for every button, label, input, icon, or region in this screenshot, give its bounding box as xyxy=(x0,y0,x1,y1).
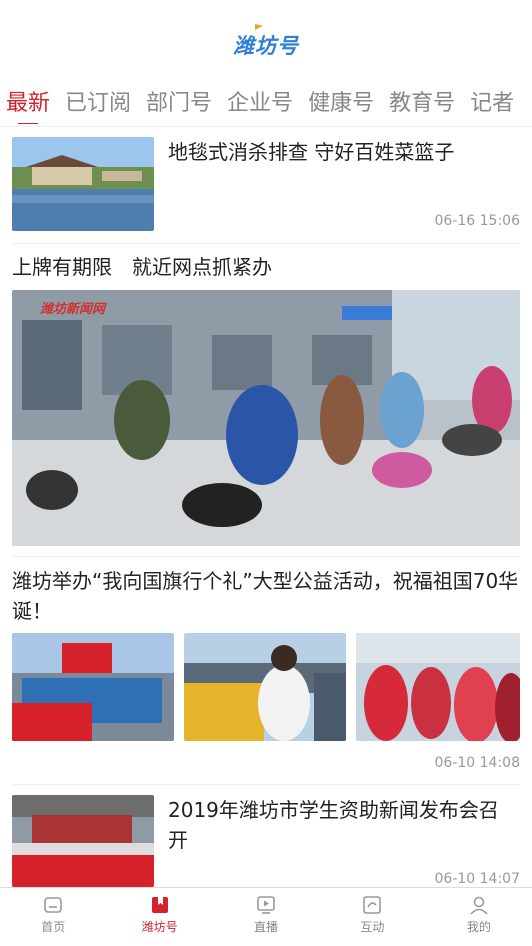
app-logo: 潍坊号 xyxy=(233,24,299,60)
category-tabs: 最新 已订阅 部门号 企业号 健康号 教育号 记者 xyxy=(0,84,532,124)
news-time: 06-10 14:07 xyxy=(434,871,520,887)
nav-mine[interactable]: 我的 xyxy=(426,888,532,946)
news-image xyxy=(184,633,346,741)
bottom-nav: 首页 潍坊号 直播 互动 我的 xyxy=(0,887,532,946)
news-image-watermark: 潍坊新闻网 xyxy=(40,302,106,317)
news-image xyxy=(356,633,520,741)
bookmark-icon xyxy=(106,894,212,918)
news-title: 地毯式消杀排查 守好百姓菜篮子 xyxy=(168,140,455,164)
news-title: 上牌有期限 就近网点抓紧办 xyxy=(12,255,272,279)
nav-live[interactable]: 直播 xyxy=(213,888,319,946)
news-thumbnail xyxy=(12,795,154,887)
nav-home[interactable]: 首页 xyxy=(0,888,106,946)
tab-latest[interactable]: 最新 xyxy=(6,84,50,124)
nav-label: 我的 xyxy=(466,920,491,934)
news-image: 潍坊新闻网 xyxy=(12,290,520,546)
nav-label: 互动 xyxy=(360,920,385,934)
tab-divider xyxy=(0,126,532,127)
chat-icon xyxy=(319,894,425,918)
news-thumbnail xyxy=(12,137,154,231)
news-title: 潍坊举办“我向国旗行个礼”大型公益活动，祝福祖国70华诞！ xyxy=(12,569,519,623)
news-image xyxy=(12,633,174,741)
nav-label: 潍坊号 xyxy=(141,920,178,934)
nav-interact[interactable]: 互动 xyxy=(319,888,425,946)
logo-text: 潍坊号 xyxy=(233,34,299,58)
nav-label: 首页 xyxy=(41,920,66,934)
feed-divider xyxy=(12,556,520,557)
news-item[interactable]: 地毯式消杀排查 守好百姓菜篮子 06-16 15:06 xyxy=(0,137,532,235)
news-item[interactable]: 上牌有期限 就近网点抓紧办 潍坊新闻网 xyxy=(0,252,532,548)
tab-reporter[interactable]: 记者 xyxy=(470,84,514,124)
feed-divider xyxy=(12,784,520,785)
user-icon xyxy=(426,894,532,918)
news-item[interactable]: 潍坊举办“我向国旗行个礼”大型公益活动，祝福祖国70华诞！ 06-10 14:0… xyxy=(0,566,532,776)
tab-enterprise[interactable]: 企业号 xyxy=(227,84,293,124)
tab-health[interactable]: 健康号 xyxy=(308,84,374,124)
tab-department[interactable]: 部门号 xyxy=(146,84,212,124)
nav-weifanghao[interactable]: 潍坊号 xyxy=(106,888,212,946)
news-title: 2019年潍坊市学生资助新闻发布会召开 xyxy=(168,798,499,852)
flag-icon xyxy=(255,24,263,30)
tab-subscribed[interactable]: 已订阅 xyxy=(65,84,131,124)
tab-education[interactable]: 教育号 xyxy=(389,84,455,124)
nav-label: 直播 xyxy=(254,920,279,934)
news-item[interactable]: 2019年潍坊市学生资助新闻发布会召开 06-10 14:07 xyxy=(0,795,532,887)
home-icon xyxy=(0,894,106,918)
app-header: 潍坊号 xyxy=(0,24,532,60)
news-time: 06-16 15:06 xyxy=(434,213,520,229)
tv-icon xyxy=(213,894,319,918)
news-time: 06-10 14:08 xyxy=(434,755,520,771)
feed-divider xyxy=(12,243,520,244)
